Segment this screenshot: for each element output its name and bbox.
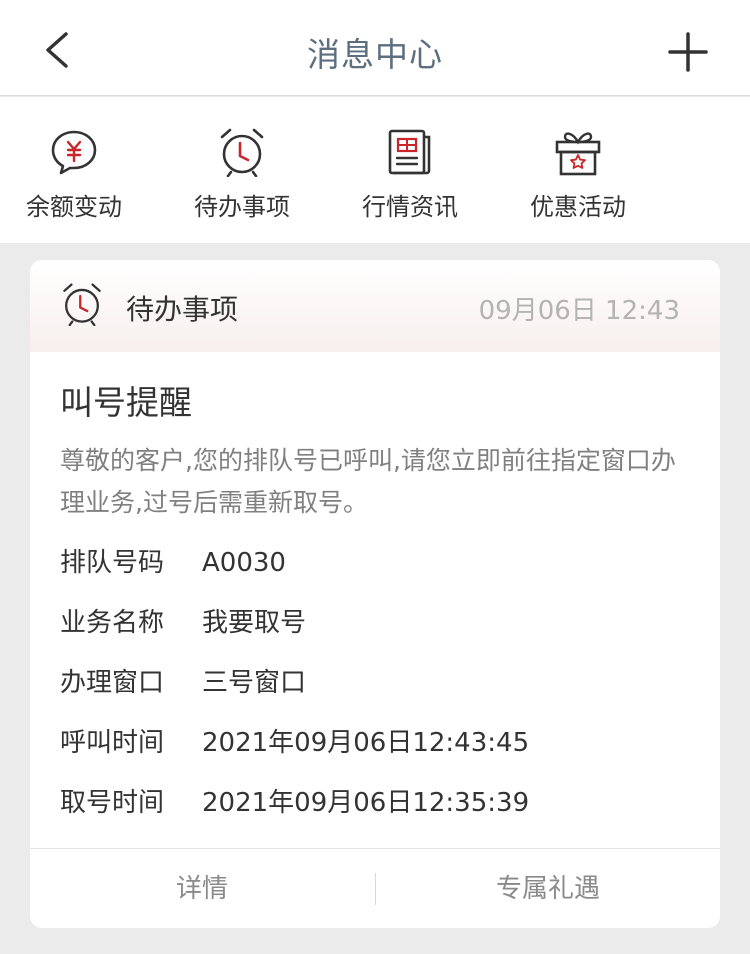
category-promotions[interactable]: 优惠活动 [494,127,662,222]
alarm-clock-icon [63,283,101,326]
card-actions: 详情 专属礼遇 [30,848,720,928]
field-service-window: 办理窗口 三号窗口 [60,662,306,699]
navbar: 消息中心 [0,0,750,96]
alarm-clock-icon [220,128,264,177]
field-label: 办理窗口 [60,668,165,698]
card-header: 待办事项 09月06日 12:43 [30,260,720,352]
category-label: 待办事项 [194,193,290,221]
card-category: 待办事项 [126,293,239,326]
category-todo[interactable]: 待办事项 [158,127,326,222]
category-label: 余额变动 [26,193,122,221]
field-value: 2021年09月06日12:43:45 [202,728,530,758]
category-balance-change[interactable]: 余额变动 [0,127,158,222]
message-title: 叫号提醒 [60,383,192,422]
card-timestamp: 09月06日 12:43 [478,296,680,326]
field-value: 我要取号 [202,608,307,638]
field-business-name: 业务名称 我要取号 [60,602,306,639]
field-value: A0030 [202,548,286,578]
detail-button[interactable]: 详情 [30,849,374,928]
category-label: 行情资讯 [362,193,458,221]
field-label: 取号时间 [60,788,165,818]
field-call-time: 呼叫时间 2021年09月06日12:43:45 [60,722,529,759]
category-label: 优惠活动 [530,193,626,221]
exclusive-perks-button[interactable]: 专属礼遇 [376,849,720,928]
field-label: 业务名称 [60,608,165,638]
newspaper-icon [388,129,431,175]
plus-icon [668,32,708,72]
gift-icon [555,132,601,176]
field-value: 三号窗口 [202,668,307,698]
page-title: 消息中心 [307,35,443,74]
yuan-chat-icon [51,130,97,175]
category-bar: 余额变动 待办事项 行情资讯 优惠活动 [0,97,750,243]
field-ticket-time: 取号时间 2021年09月06日12:35:39 [60,782,529,819]
message-body: 尊敬的客户,您的排队号已呼叫,请您立即前往指定窗口办理业务,过号后需重新取号。 [60,446,676,517]
add-button[interactable] [666,30,710,74]
message-card[interactable]: 待办事项 09月06日 12:43 叫号提醒 尊敬的客户,您的排队号已呼叫,请您… [30,260,720,928]
field-queue-number: 排队号码 A0030 [60,542,286,579]
field-label: 呼叫时间 [60,728,165,758]
field-value: 2021年09月06日12:35:39 [202,788,530,818]
field-label: 排队号码 [60,548,165,578]
category-market-news[interactable]: 行情资讯 [326,127,494,222]
